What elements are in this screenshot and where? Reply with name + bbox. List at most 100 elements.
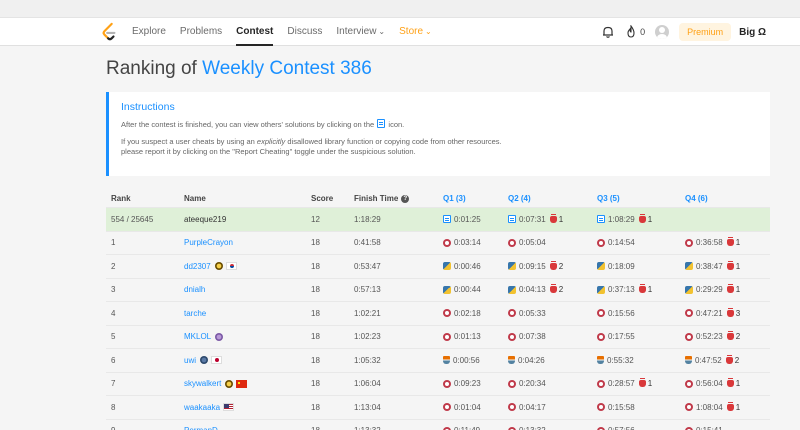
- cpp-language-icon[interactable]: [508, 379, 516, 388]
- user-name-link[interactable]: dnialh: [184, 285, 205, 294]
- python-language-icon[interactable]: [508, 285, 516, 294]
- solution-file-icon[interactable]: [508, 215, 516, 224]
- solution-link[interactable]: 0:20:34: [508, 379, 546, 388]
- solution-link[interactable]: 0:37:13: [597, 285, 635, 294]
- solution-link[interactable]: 0:14:54: [597, 238, 635, 247]
- cpp-language-icon[interactable]: [443, 309, 451, 318]
- nav-link[interactable]: Store ⌄: [399, 18, 432, 46]
- solution-link[interactable]: 0:07:31: [508, 215, 546, 224]
- user-name-link[interactable]: ateeque219: [184, 215, 226, 224]
- cpp-language-icon[interactable]: [443, 403, 451, 412]
- solution-link[interactable]: 0:09:15: [508, 262, 546, 271]
- solution-link[interactable]: 0:04:26: [508, 356, 545, 365]
- cpp-language-icon[interactable]: [597, 309, 605, 318]
- header-q1[interactable]: Q1 (3): [443, 190, 466, 207]
- solution-link[interactable]: 0:07:38: [508, 332, 546, 341]
- java-language-icon[interactable]: [597, 356, 604, 365]
- solution-link[interactable]: 0:29:29: [685, 285, 723, 294]
- cpp-language-icon[interactable]: [685, 309, 693, 318]
- streak-fire-icon[interactable]: [625, 25, 637, 39]
- solution-link[interactable]: 0:52:23: [685, 332, 723, 341]
- python-language-icon[interactable]: [508, 262, 516, 271]
- solution-link[interactable]: 0:28:57: [597, 379, 635, 388]
- user-name-link[interactable]: waakaaka: [184, 403, 220, 412]
- nav-link[interactable]: Problems: [180, 18, 222, 46]
- java-language-icon[interactable]: [508, 356, 515, 365]
- solution-link[interactable]: 0:05:04: [508, 238, 546, 247]
- nav-link[interactable]: Discuss: [287, 18, 322, 46]
- solution-link[interactable]: 0:04:13: [508, 285, 546, 294]
- cpp-language-icon[interactable]: [508, 403, 516, 412]
- user-name-link[interactable]: MKLOL: [184, 332, 211, 341]
- solution-file-icon[interactable]: [597, 215, 605, 224]
- solution-link[interactable]: 0:55:32: [597, 356, 634, 365]
- cpp-language-icon[interactable]: [685, 379, 693, 388]
- python-language-icon[interactable]: [443, 285, 451, 294]
- python-language-icon[interactable]: [685, 285, 693, 294]
- cpp-language-icon[interactable]: [597, 379, 605, 388]
- solution-link[interactable]: 0:04:17: [508, 403, 546, 412]
- nav-link[interactable]: Explore: [132, 18, 166, 46]
- cpp-language-icon[interactable]: [508, 309, 516, 318]
- cpp-language-icon[interactable]: [443, 379, 451, 388]
- cpp-language-icon[interactable]: [685, 332, 693, 341]
- user-name-link[interactable]: uwi: [184, 356, 196, 365]
- contest-link[interactable]: Weekly Contest 386: [202, 58, 372, 79]
- solution-link[interactable]: 0:01:04: [443, 403, 481, 412]
- solution-link[interactable]: 0:47:21: [685, 309, 723, 318]
- user-name-link[interactable]: tarche: [184, 309, 206, 318]
- python-language-icon[interactable]: [685, 262, 693, 271]
- nav-link[interactable]: Interview ⌄: [336, 18, 385, 46]
- cpp-language-icon[interactable]: [597, 238, 605, 247]
- solution-link[interactable]: 0:56:04: [685, 379, 723, 388]
- user-name-link[interactable]: dd2307: [184, 262, 211, 271]
- solution-link[interactable]: 0:01:25: [443, 215, 481, 224]
- cpp-language-icon[interactable]: [685, 403, 693, 412]
- solution-link[interactable]: 0:02:18: [443, 309, 481, 318]
- python-language-icon[interactable]: [597, 285, 605, 294]
- solution-link[interactable]: 0:09:23: [443, 379, 481, 388]
- header-q3[interactable]: Q3 (5): [597, 190, 620, 207]
- solution-link[interactable]: 0:15:58: [597, 403, 635, 412]
- solution-link[interactable]: 0:00:44: [443, 285, 481, 294]
- premium-button[interactable]: Premium: [679, 23, 732, 41]
- bell-icon[interactable]: [601, 25, 615, 39]
- solution-link[interactable]: 0:05:33: [508, 309, 546, 318]
- help-icon[interactable]: ?: [401, 194, 410, 203]
- python-language-icon[interactable]: [597, 262, 605, 271]
- java-language-icon[interactable]: [443, 356, 450, 365]
- solution-link[interactable]: 0:17:55: [597, 332, 635, 341]
- solution-link[interactable]: 0:15:41: [685, 426, 723, 430]
- cpp-language-icon[interactable]: [443, 332, 451, 341]
- cpp-language-icon[interactable]: [443, 238, 451, 247]
- solution-link[interactable]: 1:08:29: [597, 215, 635, 224]
- avatar[interactable]: [655, 25, 670, 39]
- java-language-icon[interactable]: [685, 356, 692, 365]
- solution-link[interactable]: 0:00:46: [443, 262, 481, 271]
- user-name-link[interactable]: PermanD: [184, 426, 218, 430]
- solution-link[interactable]: 0:18:09: [597, 262, 635, 271]
- solution-link[interactable]: 0:00:56: [443, 356, 480, 365]
- user-menu[interactable]: Big Ω: [739, 27, 766, 38]
- nav-link[interactable]: Contest: [236, 18, 274, 46]
- user-name-link[interactable]: skywalkert: [184, 379, 221, 388]
- header-q4[interactable]: Q4 (6): [685, 190, 708, 207]
- solution-link[interactable]: 0:47:52: [685, 356, 722, 365]
- solution-link[interactable]: 0:13:32: [508, 426, 546, 430]
- cpp-language-icon[interactable]: [508, 332, 516, 341]
- solution-link[interactable]: 0:11:49: [443, 426, 480, 430]
- cpp-language-icon[interactable]: [597, 332, 605, 341]
- solution-link[interactable]: 1:08:04: [685, 403, 723, 412]
- cpp-language-icon[interactable]: [685, 238, 693, 247]
- cpp-language-icon[interactable]: [597, 403, 605, 412]
- solution-link[interactable]: 0:01:13: [443, 332, 481, 341]
- solution-link[interactable]: 0:57:56: [597, 426, 635, 430]
- header-q2[interactable]: Q2 (4): [508, 190, 531, 207]
- user-name-link[interactable]: PurpleCrayon: [184, 238, 233, 247]
- solution-link[interactable]: 0:03:14: [443, 238, 481, 247]
- solution-link[interactable]: 0:15:56: [597, 309, 635, 318]
- solution-link[interactable]: 0:38:47: [685, 262, 723, 271]
- leetcode-logo-icon[interactable]: [100, 22, 118, 42]
- solution-link[interactable]: 0:36:58: [685, 238, 723, 247]
- solution-file-icon[interactable]: [443, 215, 451, 224]
